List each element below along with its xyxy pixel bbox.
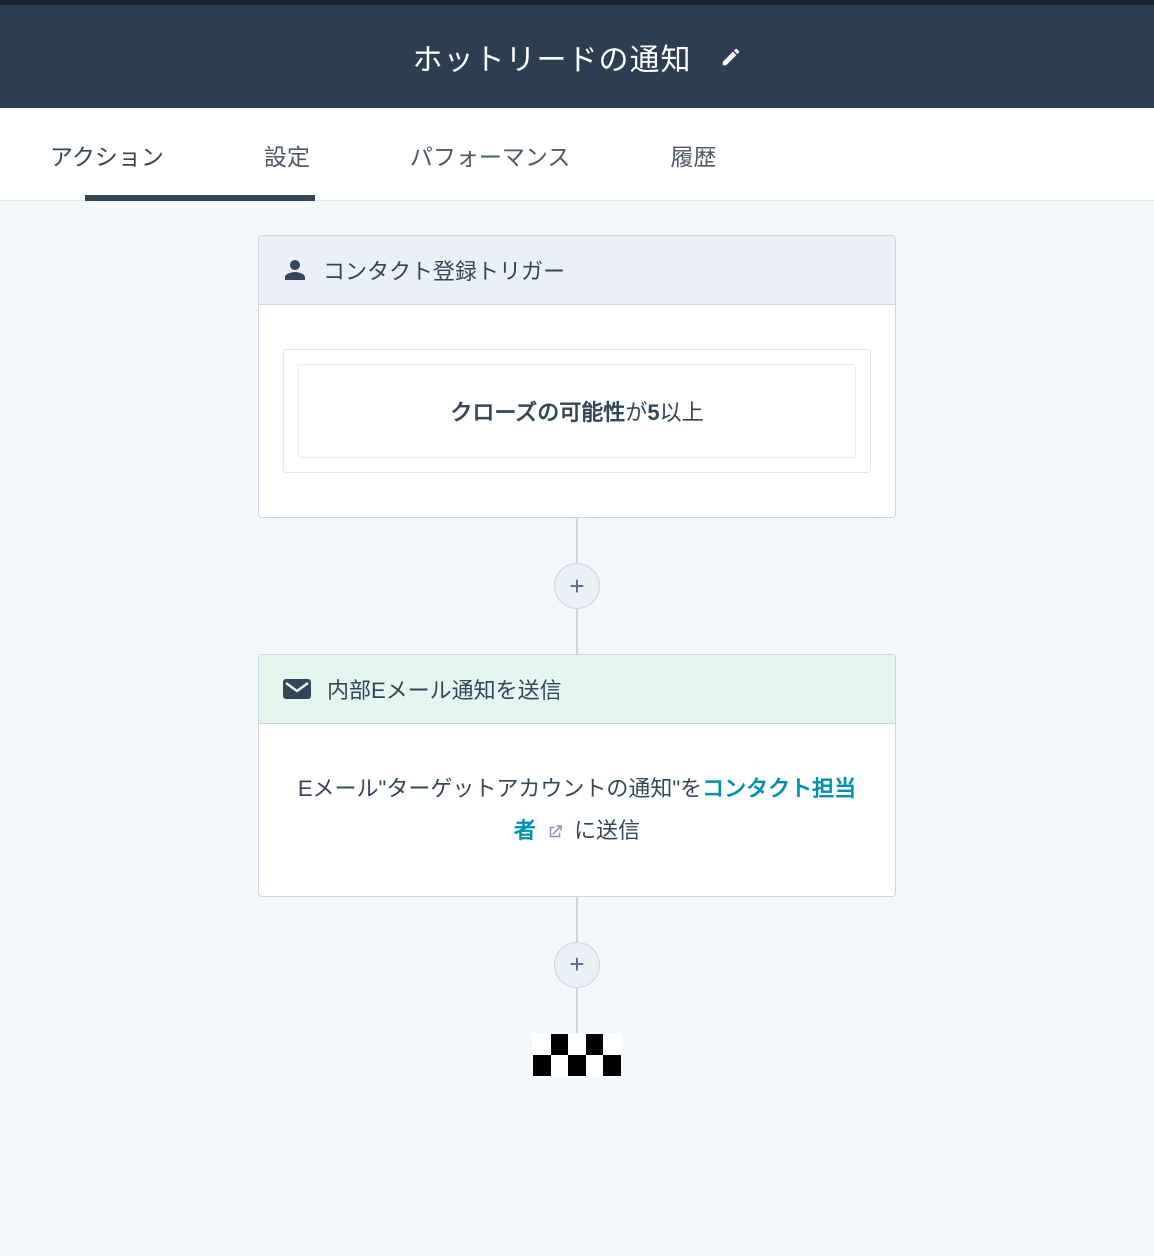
page-title: ホットリードの通知 — [413, 35, 692, 79]
trigger-body: クローズの可能性が5以上 — [259, 305, 895, 517]
trigger-title: コンタクト登録トリガー — [323, 254, 565, 286]
connector-2: + — [554, 897, 600, 1033]
tab-actions[interactable]: アクション — [0, 108, 214, 200]
trigger-condition[interactable]: クローズの可能性が5以上 — [298, 364, 856, 458]
connector-1: + — [554, 518, 600, 654]
action-card-header: 内部Eメール通知を送信 — [259, 655, 895, 724]
tab-settings[interactable]: 設定 — [214, 108, 360, 200]
action-body-suffix: に送信 — [574, 818, 640, 843]
tab-performance[interactable]: パフォーマンス — [360, 108, 621, 200]
page-header: ホットリードの通知 — [0, 0, 1154, 108]
condition-value: 5 — [647, 400, 659, 425]
action-body-prefix: Eメール"ターゲットアカウントの通知"を — [298, 776, 702, 801]
tab-history[interactable]: 履歴 — [620, 108, 766, 200]
finish-flag-icon — [532, 1033, 622, 1077]
action-title: 内部Eメール通知を送信 — [327, 673, 562, 705]
connector-line — [576, 988, 578, 1033]
tabs-bar: アクション 設定 パフォーマンス 履歴 — [0, 108, 1154, 201]
external-link-icon — [546, 823, 564, 841]
trigger-card[interactable]: コンタクト登録トリガー クローズの可能性が5以上 — [258, 235, 896, 518]
connector-line — [576, 609, 578, 654]
add-action-button[interactable]: + — [554, 942, 600, 988]
action-body: Eメール"ターゲットアカウントの通知"をコンタクト担当者 に送信 — [259, 724, 895, 896]
mail-icon — [283, 679, 311, 699]
condition-property: クローズの可能性 — [450, 400, 625, 425]
connector-line — [576, 897, 578, 942]
contact-icon — [283, 258, 307, 282]
connector-line — [576, 518, 578, 563]
action-card[interactable]: 内部Eメール通知を送信 Eメール"ターゲットアカウントの通知"をコンタクト担当者… — [258, 654, 896, 897]
trigger-condition-wrapper: クローズの可能性が5以上 — [283, 349, 871, 473]
condition-middle: が — [625, 400, 647, 425]
condition-suffix: 以上 — [660, 400, 704, 425]
trigger-card-header: コンタクト登録トリガー — [259, 236, 895, 305]
workflow-canvas: コンタクト登録トリガー クローズの可能性が5以上 + 内部Eメール通知を送信 E… — [0, 201, 1154, 1137]
edit-icon[interactable] — [720, 46, 742, 68]
add-action-button[interactable]: + — [554, 563, 600, 609]
